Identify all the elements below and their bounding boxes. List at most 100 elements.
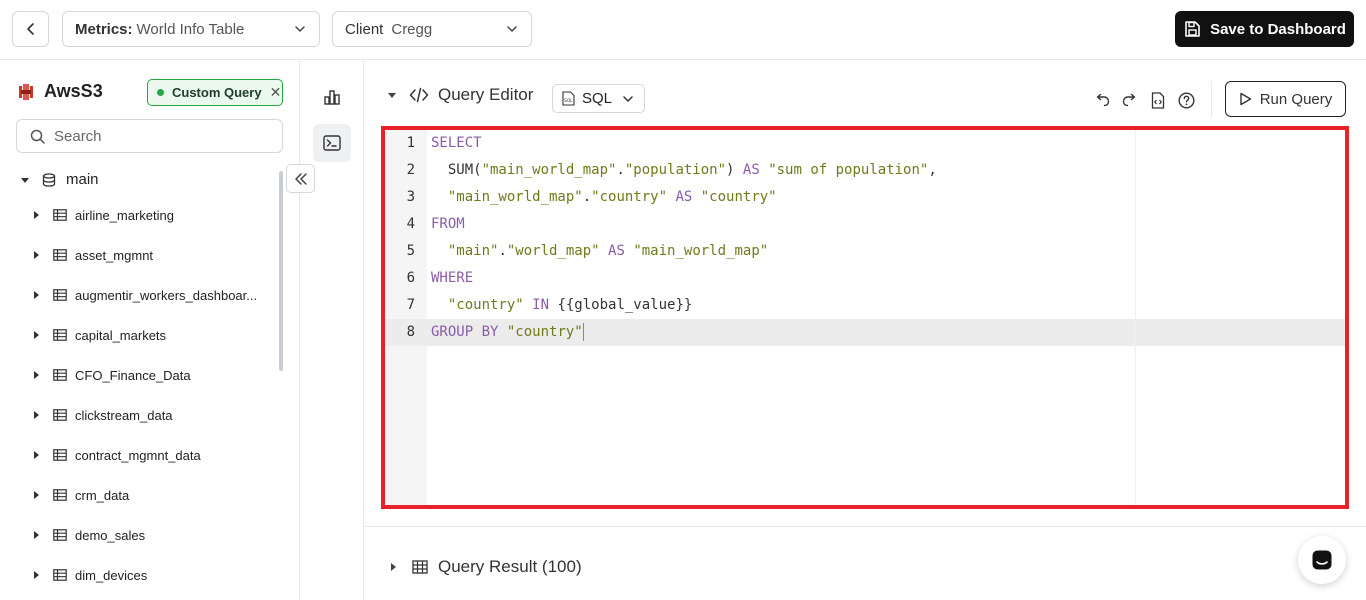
help-circle-icon: [1177, 91, 1195, 109]
line-number: 1: [406, 135, 415, 151]
main-panel: Query Editor SQL SQL Run Query 1 2 3 4 5…: [365, 61, 1366, 600]
tree-item-label: dim_devices: [75, 567, 148, 583]
source-title: AwsS3: [18, 81, 103, 102]
tree-item-label: airline_marketing: [75, 207, 174, 223]
tree-item[interactable]: airline_marketing: [32, 203, 174, 227]
custom-query-badge[interactable]: Custom Query ✕: [147, 79, 283, 106]
caret-right-icon: [34, 251, 39, 259]
database-icon: [42, 172, 56, 187]
help-button[interactable]: [1176, 90, 1196, 110]
play-icon: [1240, 92, 1251, 106]
chevron-down-icon: [295, 26, 305, 33]
svg-text:SQL: SQL: [564, 98, 573, 103]
query-result-header[interactable]: Query Result (100): [389, 557, 582, 577]
back-button[interactable]: [12, 11, 49, 47]
view-rail: [300, 61, 364, 600]
tree-item[interactable]: crm_data: [32, 483, 129, 507]
chevron-left-icon: [26, 23, 34, 35]
tree-item[interactable]: dim_devices: [32, 563, 147, 587]
caret-right-icon: [34, 291, 39, 299]
tree-item[interactable]: contract_mgmnt_data: [32, 443, 201, 467]
collapse-sidebar-button[interactable]: [286, 164, 315, 193]
status-dot-icon: [157, 89, 164, 96]
table-icon: [412, 560, 428, 574]
metrics-dropdown[interactable]: Metrics: World Info Table: [62, 11, 320, 47]
save-to-dashboard-button[interactable]: Save to Dashboard: [1175, 11, 1354, 47]
top-bar: Metrics: World Info Table Client Cregg S…: [0, 0, 1366, 60]
line-number: 7: [406, 297, 415, 313]
code-icon: [409, 87, 429, 103]
tree-item[interactable]: demo_sales: [32, 523, 145, 547]
code-line[interactable]: SELECT: [431, 130, 482, 157]
undo-icon: [1096, 93, 1110, 107]
tree-item[interactable]: CFO_Finance_Data: [32, 363, 191, 387]
tree-root-label: main: [66, 171, 99, 188]
code-line[interactable]: GROUP BY "country": [431, 319, 584, 346]
aws-s3-icon: [19, 83, 33, 100]
caret-down-icon: [388, 93, 396, 98]
code-line[interactable]: FROM: [431, 211, 465, 238]
line-number: 3: [406, 189, 415, 205]
code-line[interactable]: "main_world_map"."country" AS "country": [431, 184, 777, 211]
tree-item-label: capital_markets: [75, 327, 167, 343]
query-editor-title: Query Editor: [438, 85, 534, 104]
query-view-button[interactable]: [313, 124, 351, 162]
tree-item-label: demo_sales: [75, 527, 146, 543]
tree-item[interactable]: clickstream_data: [32, 403, 173, 427]
line-number: 5: [406, 243, 415, 259]
table-icon: [53, 329, 67, 341]
format-button[interactable]: [1148, 90, 1168, 110]
line-number: 8: [406, 324, 415, 340]
bar-chart-icon: [324, 90, 340, 105]
search-placeholder: Search: [54, 127, 102, 145]
table-icon: [53, 449, 67, 461]
search-input[interactable]: Search: [16, 119, 283, 153]
code-line[interactable]: SUM("main_world_map"."population") AS "s…: [431, 157, 937, 184]
sql-code-editor[interactable]: 1 2 3 4 5 6 7 8 SELECT SUM("main_world_m…: [381, 126, 1349, 509]
search-icon: [30, 129, 45, 144]
tree-item[interactable]: asset_mgmnt: [32, 243, 153, 267]
source-title-label: AwsS3: [44, 81, 103, 101]
code-line[interactable]: "main"."world_map" AS "main_world_map": [431, 238, 768, 265]
run-query-button[interactable]: Run Query: [1225, 81, 1346, 117]
metrics-value: World Info Table: [136, 20, 245, 38]
tree-item-label: clickstream_data: [75, 407, 173, 423]
table-icon: [53, 369, 67, 381]
run-query-label: Run Query: [1259, 90, 1333, 108]
redo-button[interactable]: [1120, 90, 1140, 110]
language-label: SQL: [582, 90, 613, 107]
tree-item-label: CFO_Finance_Data: [75, 367, 191, 383]
chat-icon: [1312, 550, 1332, 570]
chart-view-button[interactable]: [313, 78, 351, 116]
sidebar-scrollbar[interactable]: [279, 171, 283, 371]
client-dropdown[interactable]: Client Cregg: [332, 11, 532, 47]
code-line[interactable]: WHERE: [431, 265, 473, 292]
tree-item[interactable]: capital_markets: [32, 323, 166, 347]
save-label: Save to Dashboard: [1210, 20, 1346, 38]
query-editor-header[interactable]: Query Editor: [387, 85, 533, 105]
terminal-icon: [323, 135, 341, 151]
undo-button[interactable]: [1092, 90, 1112, 110]
line-number: 4: [406, 216, 415, 232]
code-line[interactable]: "country" IN {{global_value}}: [431, 292, 692, 319]
chat-support-button[interactable]: [1298, 536, 1346, 584]
print-margin: [1135, 130, 1136, 505]
caret-right-icon: [34, 451, 39, 459]
section-divider: [365, 526, 1366, 527]
close-icon[interactable]: ✕: [270, 84, 282, 101]
caret-right-icon: [34, 371, 39, 379]
table-icon: [53, 209, 67, 221]
table-icon: [53, 409, 67, 421]
metrics-label: Metrics:: [75, 20, 133, 38]
tree-item[interactable]: augmentir_workers_dashboar...: [32, 283, 257, 307]
tree-root-main[interactable]: main: [20, 171, 99, 188]
caret-right-icon: [34, 491, 39, 499]
chevron-down-icon: [507, 26, 517, 33]
tree-item-label: crm_data: [75, 487, 130, 503]
query-result-title: Query Result (100): [438, 557, 582, 576]
table-icon: [53, 289, 67, 301]
toolbar-divider: [1211, 81, 1212, 117]
language-dropdown[interactable]: SQL SQL: [552, 84, 645, 113]
badge-label: Custom Query: [172, 85, 262, 100]
data-source-sidebar: AwsS3 Custom Query ✕ Search main airline…: [0, 61, 300, 600]
